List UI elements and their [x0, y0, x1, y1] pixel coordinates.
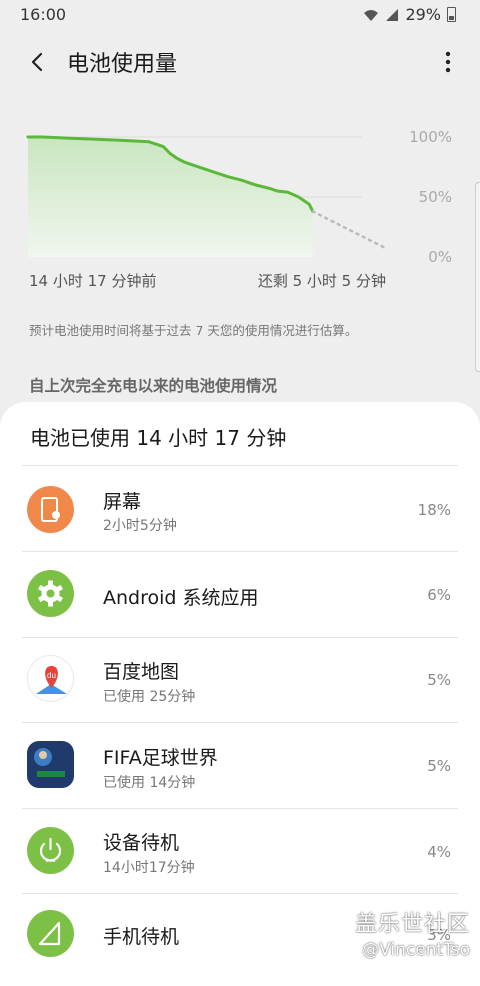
- usage-row-baidu-map[interactable]: du 百度地图 已使用 25分钟 5%: [0, 637, 480, 723]
- app-name: 手机待机: [103, 926, 180, 948]
- battery-chart: 100% 50% 0% 14 小时 17 分钟前 还剩 5 小时 5 分钟: [0, 110, 480, 290]
- app-name: FIFA足球世界: [103, 747, 218, 769]
- app-name: Android 系统应用: [103, 587, 259, 609]
- app-percent: 4%: [427, 843, 451, 861]
- chart-x-start-label: 14 小时 17 分钟前: [29, 272, 157, 290]
- usage-row-android-system[interactable]: Android 系统应用 6%: [0, 552, 480, 638]
- back-arrow-icon[interactable]: [24, 48, 52, 76]
- watermark: 盖乐世社区 @VincentTso: [355, 906, 470, 960]
- baidu-map-icon: du: [27, 655, 74, 702]
- app-name: 屏幕: [103, 491, 142, 513]
- chart-y-tick-label: 0%: [428, 248, 452, 266]
- wifi-icon: [364, 9, 379, 21]
- app-usage-time: 已使用 25分钟: [103, 689, 196, 705]
- app-name: 设备待机: [103, 832, 180, 854]
- app-name: 百度地图: [103, 661, 180, 683]
- app-percent: 5%: [427, 671, 451, 689]
- battery-chart-svg: 100% 50% 0%: [26, 128, 452, 266]
- more-options-icon[interactable]: [442, 48, 454, 76]
- app-percent: 5%: [427, 757, 451, 775]
- usage-row-device-standby[interactable]: 设备待机 14小时17分钟 4%: [0, 808, 480, 894]
- fifa-icon: [27, 741, 74, 788]
- signal-icon: [27, 910, 74, 957]
- section-header: 自上次完全充电以来的电池使用情况: [29, 377, 278, 395]
- watermark-handle: @VincentTso: [362, 940, 470, 960]
- scroll-indicator[interactable]: [475, 182, 480, 372]
- svg-text:du: du: [47, 671, 56, 680]
- battery-percent: 29%: [405, 5, 441, 24]
- app-percent: 6%: [427, 586, 451, 604]
- chart-predicted-line: [311, 210, 386, 249]
- cell-signal-icon: [386, 8, 399, 21]
- page-title: 电池使用量: [67, 52, 178, 77]
- usage-row-fifa[interactable]: FIFA足球世界 已使用 14分钟 5%: [0, 723, 480, 809]
- status-icons: 29%: [363, 5, 456, 24]
- watermark-title: 盖乐世社区: [354, 912, 470, 937]
- estimate-note: 预计电池使用时间将基于过去 7 天您的使用情况进行估算。: [29, 323, 358, 338]
- chart-x-end-label: 还剩 5 小时 5 分钟: [257, 272, 386, 290]
- chart-y-tick-label: 50%: [419, 188, 452, 206]
- battery-icon: [447, 7, 456, 22]
- power-icon: [27, 827, 74, 874]
- usage-row-screen[interactable]: 屏幕 2小时5分钟 18%: [0, 466, 480, 552]
- app-usage-time: 14小时17分钟: [103, 860, 195, 876]
- usage-total-title: 电池已使用 14 小时 17 分钟: [30, 426, 287, 450]
- status-bar: 16:00 29%: [0, 0, 480, 30]
- screen-icon: [27, 486, 74, 533]
- gear-icon: [27, 570, 74, 617]
- app-usage-time: 2小时5分钟: [103, 518, 177, 534]
- chart-y-tick-label: 100%: [409, 128, 452, 146]
- status-time: 16:00: [20, 5, 67, 24]
- app-bar: 电池使用量: [0, 36, 480, 88]
- app-usage-time: 已使用 14分钟: [103, 775, 196, 791]
- usage-card: 电池已使用 14 小时 17 分钟 屏幕 2小时5分钟 18% Android …: [0, 402, 480, 986]
- app-percent: 18%: [417, 501, 451, 519]
